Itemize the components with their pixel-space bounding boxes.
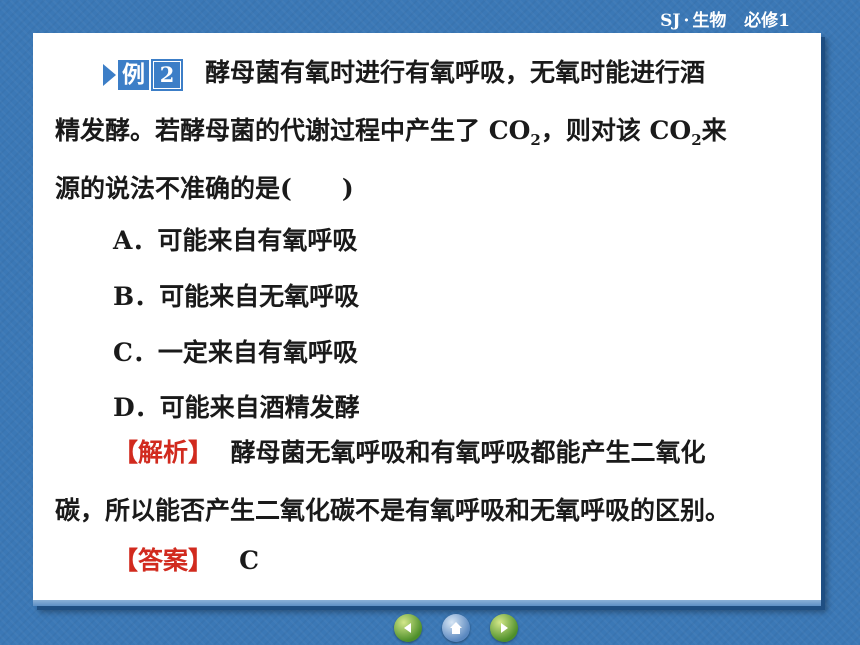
- analysis-label: 【解析】: [113, 438, 214, 467]
- slide-navigation: [394, 614, 518, 642]
- answer-value: C: [239, 546, 260, 575]
- home-button[interactable]: [442, 614, 470, 642]
- header-separator: ·: [683, 11, 690, 31]
- next-icon: [501, 623, 508, 633]
- question-line-1: 例 2 酵母菌有氧时进行有氧呼吸，无氧时能进行酒: [103, 53, 807, 90]
- option-a: A．可能来自有氧呼吸: [113, 226, 358, 255]
- content-card: 例 2 酵母菌有氧时进行有氧呼吸，无氧时能进行酒 精发酵。若酵母菌的代谢过程中产…: [33, 33, 821, 606]
- question-line-3: 源的说法不准确的是( ): [55, 174, 354, 203]
- analysis-line-1: 【解析】 酵母菌无氧呼吸和有氧呼吸都能产生二氧化: [113, 433, 807, 469]
- header-subject: 生物: [692, 11, 727, 31]
- card-bottom-edge: [33, 600, 821, 606]
- question-text-2b: ，则对该 CO: [540, 116, 692, 145]
- option-d: D．可能来自酒精发酵: [113, 393, 360, 422]
- prev-icon: [404, 623, 411, 633]
- co2-subscript-2: 2: [691, 131, 702, 149]
- question-text-1: 酵母菌有氧时进行有氧呼吸，无氧时能进行酒: [205, 58, 706, 87]
- answer-label: 【答案】: [113, 546, 214, 575]
- header-edition: SJ: [660, 11, 681, 31]
- play-arrow-icon: [103, 63, 116, 86]
- option-b: B．可能来自无氧呼吸: [113, 282, 360, 311]
- question-line-2: 精发酵。若酵母菌的代谢过程中产生了 CO2，则对该 CO2来: [55, 111, 807, 149]
- option-c: C．一定来自有氧呼吸: [113, 338, 358, 367]
- analysis-line-2: 碳，所以能否产生二氧化碳不是有氧呼吸和无氧呼吸的区别。: [55, 496, 731, 525]
- analysis-text-1: 酵母菌无氧呼吸和有氧呼吸都能产生二氧化: [230, 438, 706, 467]
- question-text-2a: 精发酵。若酵母菌的代谢过程中产生了 CO: [55, 116, 531, 145]
- next-button[interactable]: [490, 614, 518, 642]
- co2-subscript-1: 2: [530, 131, 541, 149]
- question-text-2c: 来: [701, 116, 727, 145]
- home-icon: [450, 622, 462, 634]
- example-word: 例: [118, 59, 149, 90]
- prev-button[interactable]: [394, 614, 422, 642]
- header-course: 必修1: [744, 11, 790, 31]
- example-badge: 例 2: [103, 59, 183, 90]
- answer-line: 【答案】 C: [113, 541, 807, 577]
- slide-header: SJ · 生物 必修1: [660, 6, 790, 31]
- example-number: 2: [153, 60, 181, 89]
